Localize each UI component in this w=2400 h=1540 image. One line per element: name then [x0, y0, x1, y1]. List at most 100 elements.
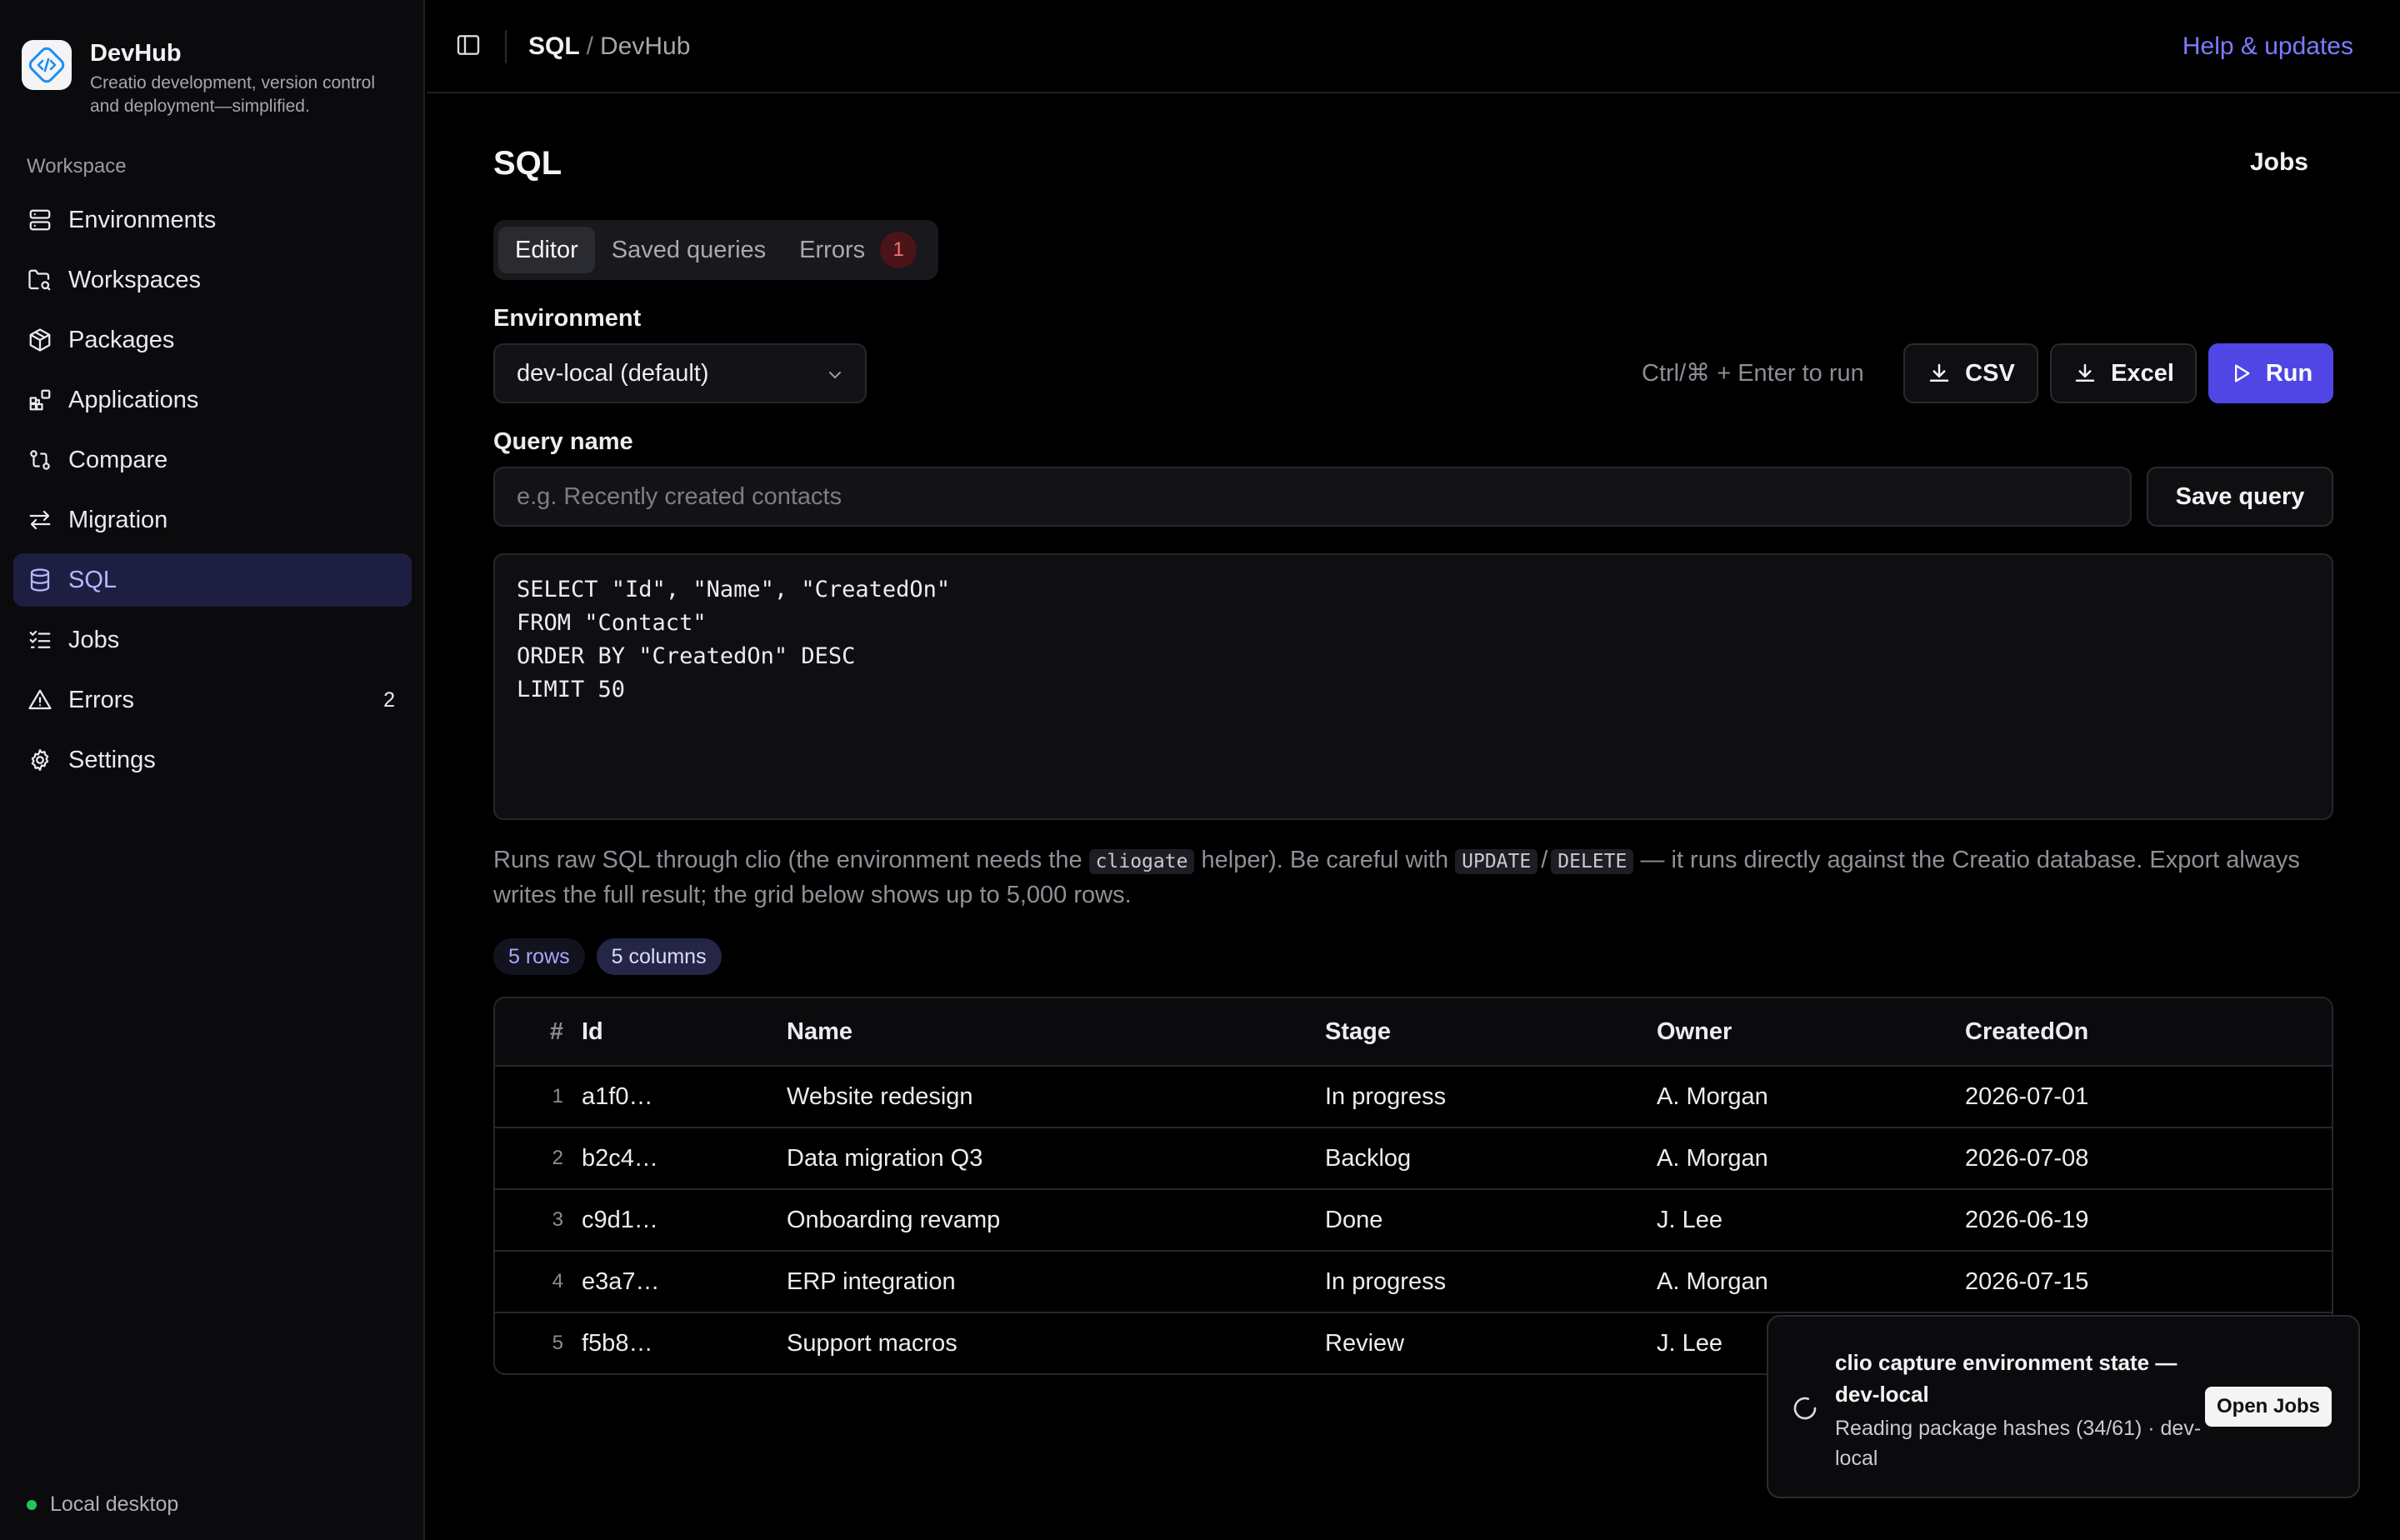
cell-stage: Backlog [1325, 1144, 1412, 1172]
run-label: Run [2265, 359, 2313, 387]
sidebar-item-jobs[interactable]: Jobs [13, 613, 412, 667]
table-row[interactable]: 2 b2c4… Data migration Q3 Backlog A. Mor… [495, 1127, 2332, 1188]
column-header-createdon[interactable]: CreatedOn [1965, 1018, 2298, 1046]
column-header-owner[interactable]: Owner [1657, 1018, 1965, 1046]
tab-saved-queries[interactable]: Saved queries [595, 227, 782, 273]
brand[interactable]: DevHub Creatio development, version cont… [22, 40, 407, 118]
topbar: SQL / DevHub Help & updates [427, 0, 2400, 93]
column-header-stage[interactable]: Stage [1325, 1018, 1657, 1046]
sidebar-item-label: Applications [68, 386, 199, 413]
sidebar-item-label: Migration [68, 506, 168, 533]
sidebar-item-migration[interactable]: Migration [13, 493, 412, 547]
columns-count-badge[interactable]: 5 columns [596, 938, 722, 975]
query-name-input[interactable] [493, 467, 2132, 527]
sidebar-item-compare[interactable]: Compare [13, 433, 412, 487]
cell-owner: A. Morgan [1657, 1268, 1768, 1295]
app-logo-icon [22, 40, 72, 90]
list-checks-icon [27, 627, 53, 653]
tab-errors[interactable]: Errors 1 [782, 227, 933, 273]
blocks-icon [27, 387, 53, 413]
export-excel-label: Excel [2111, 359, 2174, 387]
cell-name: Onboarding revamp [787, 1206, 1001, 1233]
cell-stage: Done [1325, 1206, 1383, 1233]
sql-help-note: Runs raw SQL through clio (the environme… [493, 843, 2343, 912]
environment-select[interactable]: dev-local (default) [493, 343, 867, 403]
column-header-name[interactable]: Name [787, 1018, 1325, 1046]
alert-triangle-icon [27, 687, 53, 713]
download-icon [1927, 361, 1952, 386]
app-tagline: Creatio development, version control and… [90, 73, 376, 116]
tab-bar: Editor Saved queries Errors 1 [493, 220, 939, 280]
sidebar: DevHub Creatio development, version cont… [0, 0, 425, 1540]
note-code: DELETE [1551, 849, 1634, 874]
cell-index: 3 [552, 1208, 563, 1231]
panel-left-icon [457, 35, 480, 55]
breadcrumb-parent[interactable]: DevHub [600, 32, 690, 60]
sidebar-item-label: Packages [68, 326, 175, 353]
cell-id: b2c4… [582, 1144, 658, 1172]
export-excel-button[interactable]: Excel [2050, 343, 2197, 403]
query-name-label: Query name [493, 428, 633, 455]
environment-select-value: dev-local (default) [517, 359, 709, 387]
save-query-label: Save query [2175, 482, 2305, 510]
table-row[interactable]: 3 c9d1… Onboarding revamp Done J. Lee 20… [495, 1188, 2332, 1250]
tab-editor[interactable]: Editor [498, 227, 595, 273]
arrows-left-right-icon [27, 507, 53, 533]
help-updates-link[interactable]: Help & updates [2182, 30, 2353, 63]
cell-index: 5 [552, 1332, 563, 1354]
sidebar-item-sql[interactable]: SQL [13, 553, 412, 607]
cell-stage: In progress [1325, 1268, 1447, 1295]
loading-spinner-icon [1792, 1395, 1818, 1422]
export-csv-label: CSV [1965, 359, 2015, 387]
server-icon [27, 207, 53, 233]
package-icon [27, 327, 53, 353]
status-dot-icon [27, 1499, 37, 1510]
column-header-id[interactable]: Id [563, 1018, 787, 1046]
sidebar-toggle-button[interactable] [455, 32, 482, 58]
note-text: Runs raw SQL through clio (the environme… [493, 847, 1089, 873]
gear-icon [27, 747, 53, 773]
connection-status-label: Local desktop [50, 1492, 179, 1516]
sidebar-item-applications[interactable]: Applications [13, 373, 412, 427]
save-query-button[interactable]: Save query [2147, 467, 2333, 527]
rows-count-badge: 5 rows [493, 938, 585, 975]
cell-id: e3a7… [582, 1268, 660, 1295]
sidebar-item-label: Environments [68, 206, 217, 233]
breadcrumb-current: SQL [528, 32, 580, 60]
connection-status: Local desktop [27, 1492, 178, 1517]
note-code: UPDATE [1455, 849, 1538, 874]
cell-id: f5b8… [582, 1329, 653, 1357]
run-button[interactable]: Run [2208, 343, 2333, 403]
tab-errors-count-badge: 1 [880, 232, 918, 268]
cell-createdon: 2026-06-19 [1965, 1206, 2089, 1233]
sidebar-item-packages[interactable]: Packages [13, 313, 412, 367]
cell-name: Data migration Q3 [787, 1144, 983, 1172]
column-header-index[interactable]: # [495, 1018, 563, 1046]
table-row[interactable]: 4 e3a7… ERP integration In progress A. M… [495, 1250, 2332, 1312]
open-jobs-button[interactable]: Open Jobs [2205, 1387, 2332, 1427]
sidebar-nav: Environments Workspaces Packages Applica… [13, 193, 412, 793]
sidebar-item-environments[interactable]: Environments [13, 193, 412, 247]
sidebar-item-label: SQL [68, 566, 118, 593]
cell-stage: In progress [1325, 1082, 1447, 1110]
sidebar-item-errors[interactable]: Errors 2 [13, 673, 412, 727]
git-compare-icon [27, 447, 53, 473]
cell-createdon: 2026-07-01 [1965, 1082, 2089, 1110]
cell-index: 2 [552, 1147, 563, 1169]
cell-id: a1f0… [582, 1082, 653, 1110]
note-code: cliogate [1088, 849, 1195, 874]
cell-owner: A. Morgan [1657, 1082, 1768, 1110]
cell-name: ERP integration [787, 1268, 956, 1295]
toast-body: Reading package hashes (34/61) · dev-loc… [1835, 1417, 2202, 1470]
chevron-down-icon [825, 365, 845, 385]
export-csv-button[interactable]: CSV [1903, 343, 2038, 403]
jobs-link[interactable]: Jobs [2250, 148, 2308, 177]
sidebar-item-settings[interactable]: Settings [13, 733, 412, 787]
cell-createdon: 2026-07-15 [1965, 1268, 2089, 1295]
table-header-row: # Id Name Stage Owner CreatedOn [495, 998, 2332, 1065]
sql-editor[interactable]: SELECT "Id", "Name", "CreatedOn" FROM "C… [493, 553, 2333, 820]
table-row[interactable]: 1 a1f0… Website redesign In progress A. … [495, 1065, 2332, 1127]
cell-name: Website redesign [787, 1082, 973, 1110]
toast-title: clio capture environment state — dev-loc… [1835, 1350, 2178, 1407]
sidebar-item-workspaces[interactable]: Workspaces [13, 253, 412, 307]
